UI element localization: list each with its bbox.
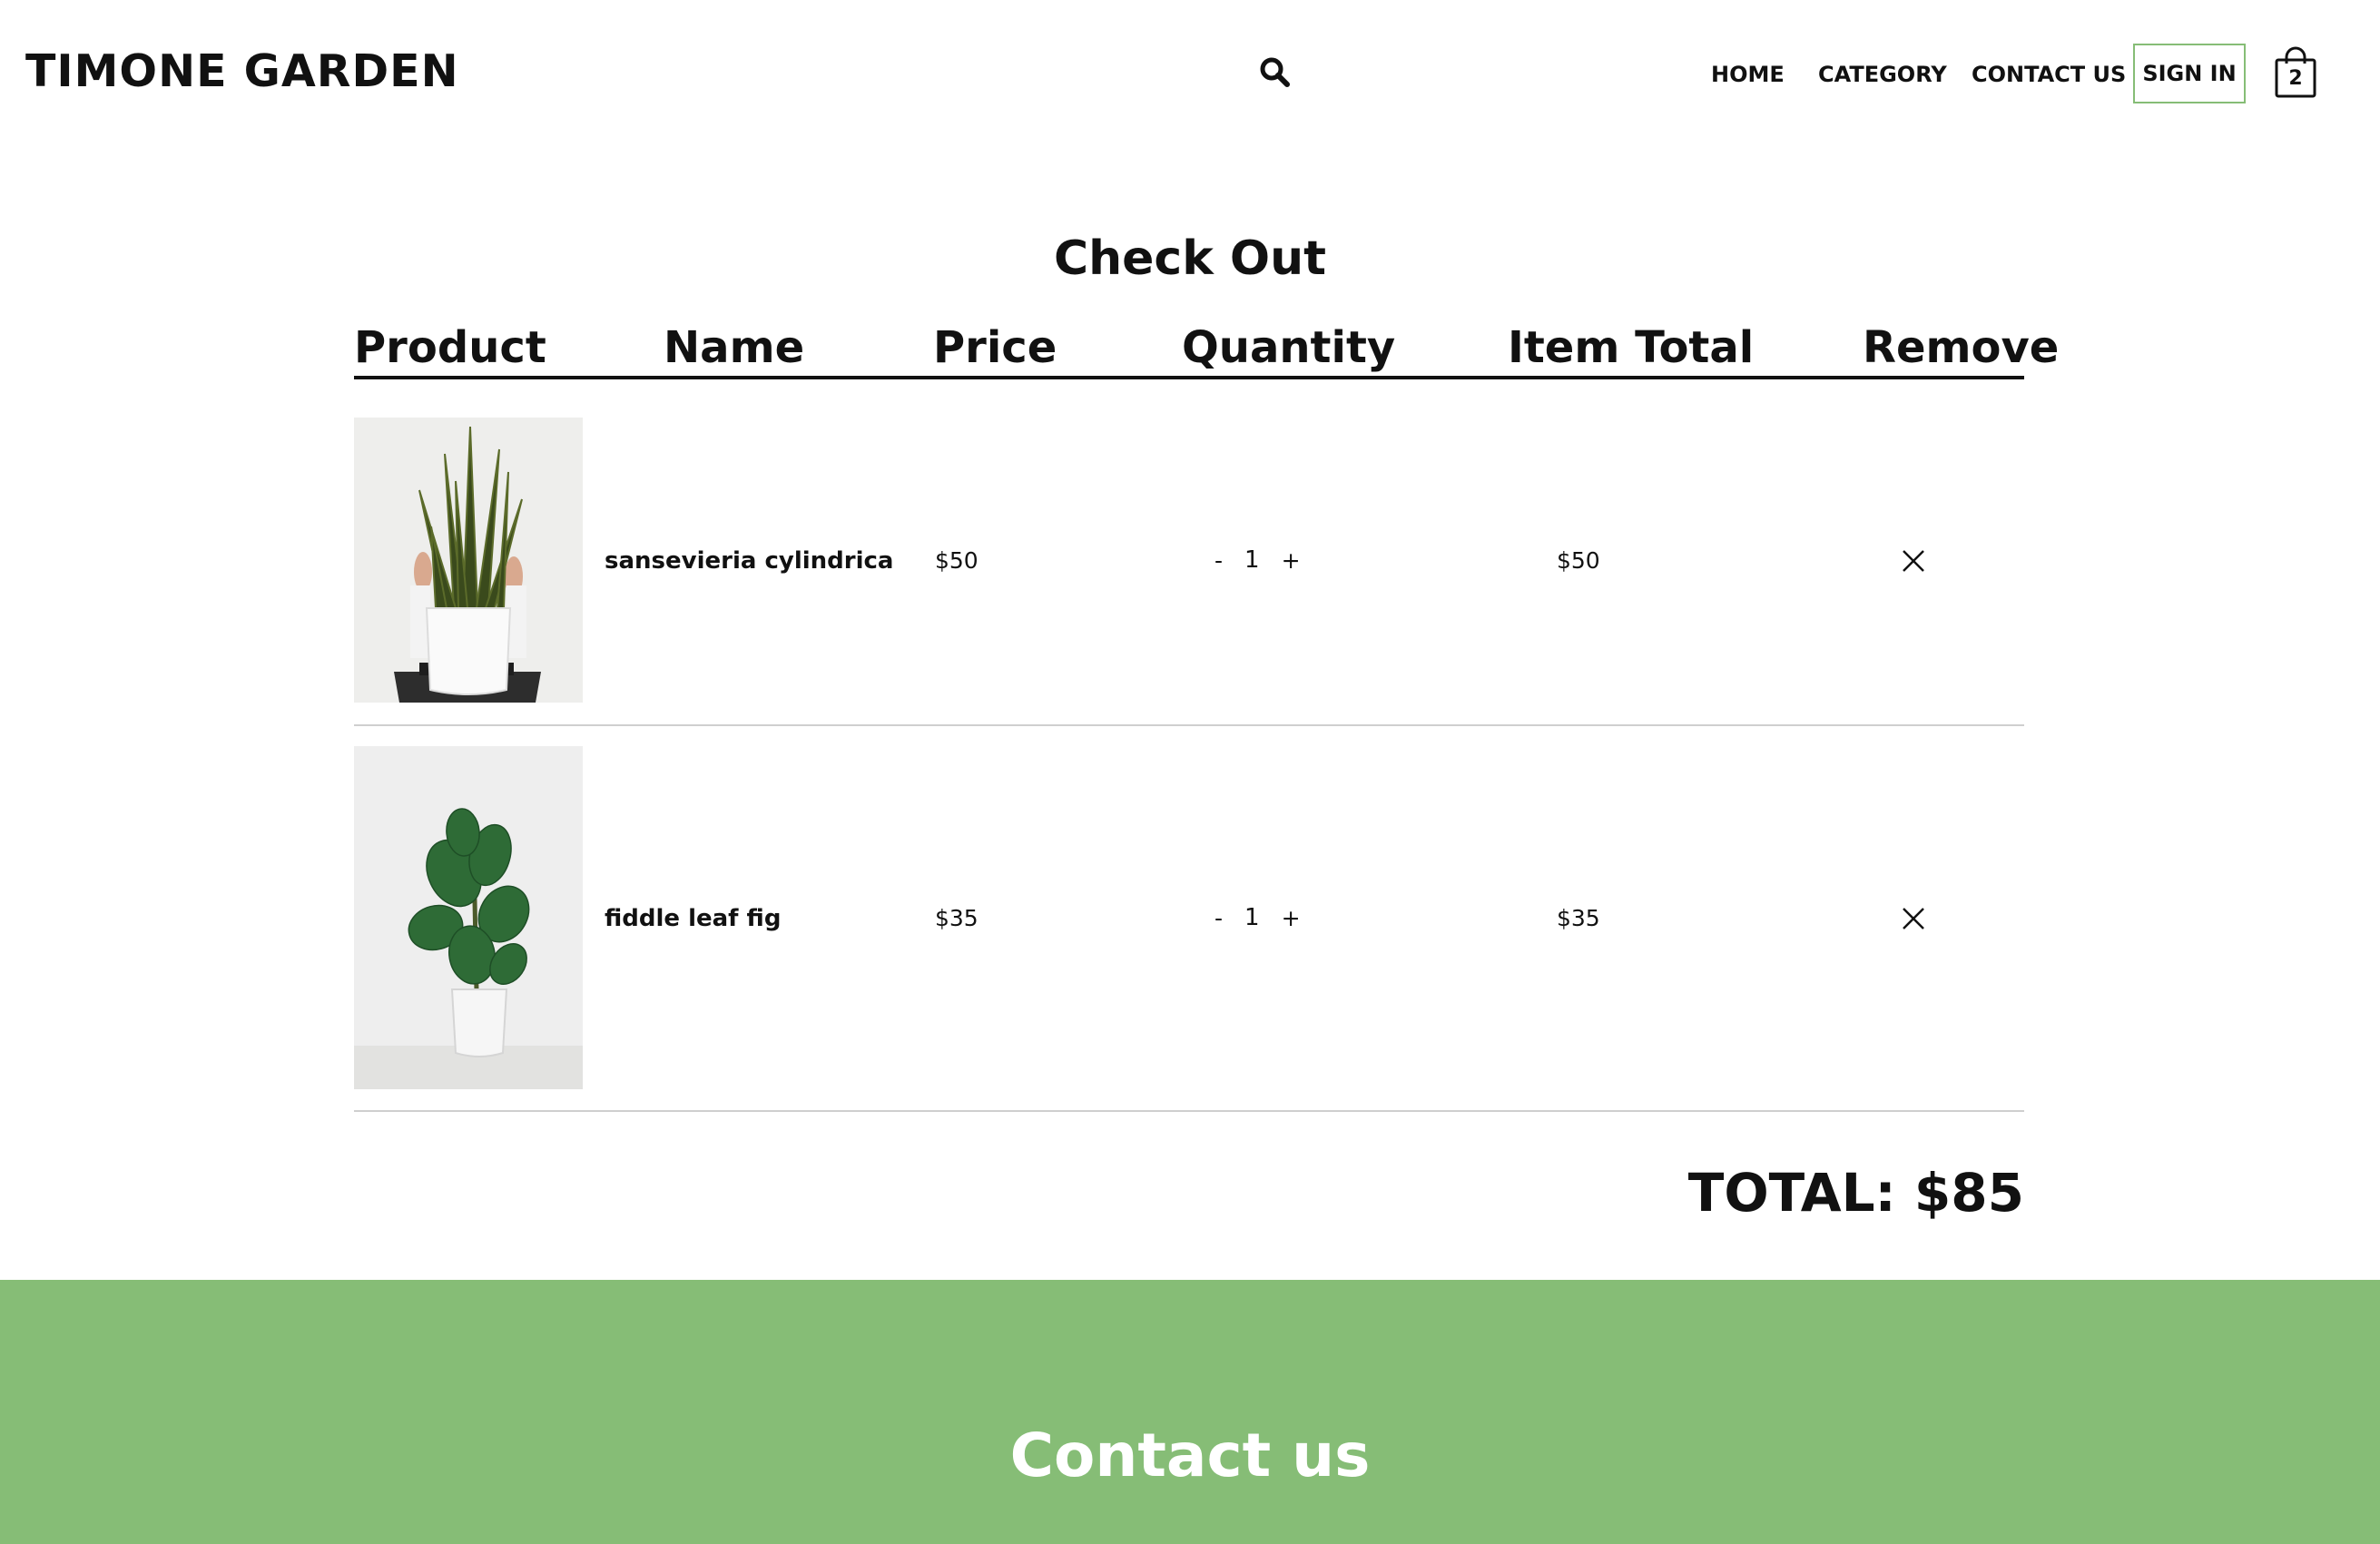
column-header-remove: Remove: [1863, 322, 2060, 373]
site-header: TIMONE GARDEN HOME CATEGORY CONTACT US S…: [0, 0, 2380, 150]
close-icon[interactable]: [1899, 546, 1928, 575]
cart-button[interactable]: 2: [2273, 45, 2318, 100]
brand-logo[interactable]: TIMONE GARDEN: [25, 45, 459, 97]
decrement-button[interactable]: -: [1213, 905, 1224, 931]
item-total: $50: [1557, 547, 1600, 574]
row-divider: [354, 1110, 2024, 1112]
item-price: $50: [935, 547, 979, 574]
nav-home[interactable]: HOME: [1711, 62, 1785, 87]
footer-title: Contact us: [1009, 1421, 1371, 1490]
sign-in-button[interactable]: SIGN IN: [2133, 44, 2246, 103]
item-name[interactable]: fiddle leaf fig: [605, 905, 781, 932]
increment-button[interactable]: +: [1280, 547, 1303, 574]
product-image-fiddle-leaf-fig[interactable]: [354, 746, 583, 1089]
close-icon[interactable]: [1899, 904, 1928, 933]
order-total: TOTAL: $85: [1687, 1162, 2024, 1224]
item-price: $35: [935, 905, 979, 931]
increment-button[interactable]: +: [1280, 905, 1303, 931]
column-header-quantity: Quantity: [1182, 322, 1396, 373]
search-icon[interactable]: [1257, 54, 1293, 91]
decrement-button[interactable]: -: [1213, 547, 1224, 574]
column-header-name: Name: [664, 322, 805, 373]
nav-category[interactable]: CATEGORY: [1818, 62, 1947, 87]
quantity-value: 1: [1244, 904, 1260, 931]
nav-contact-us[interactable]: CONTACT US: [1972, 62, 2126, 87]
page-title: Check Out: [1053, 231, 1327, 286]
header-divider: [354, 376, 2024, 379]
item-total: $35: [1557, 905, 1600, 931]
column-header-product: Product: [354, 322, 546, 373]
column-header-price: Price: [933, 322, 1057, 373]
cart-count-badge: 2: [2288, 67, 2303, 90]
row-divider: [354, 724, 2024, 726]
product-image-sansevieria[interactable]: [354, 418, 583, 703]
contact-footer: Contact us: [0, 1280, 2380, 1544]
quantity-stepper: - 1 +: [1213, 546, 1303, 574]
column-header-item-total: Item Total: [1508, 322, 1755, 373]
quantity-stepper: - 1 +: [1213, 904, 1303, 931]
quantity-value: 1: [1244, 546, 1260, 574]
item-name[interactable]: sansevieria cylindrica: [605, 547, 893, 575]
